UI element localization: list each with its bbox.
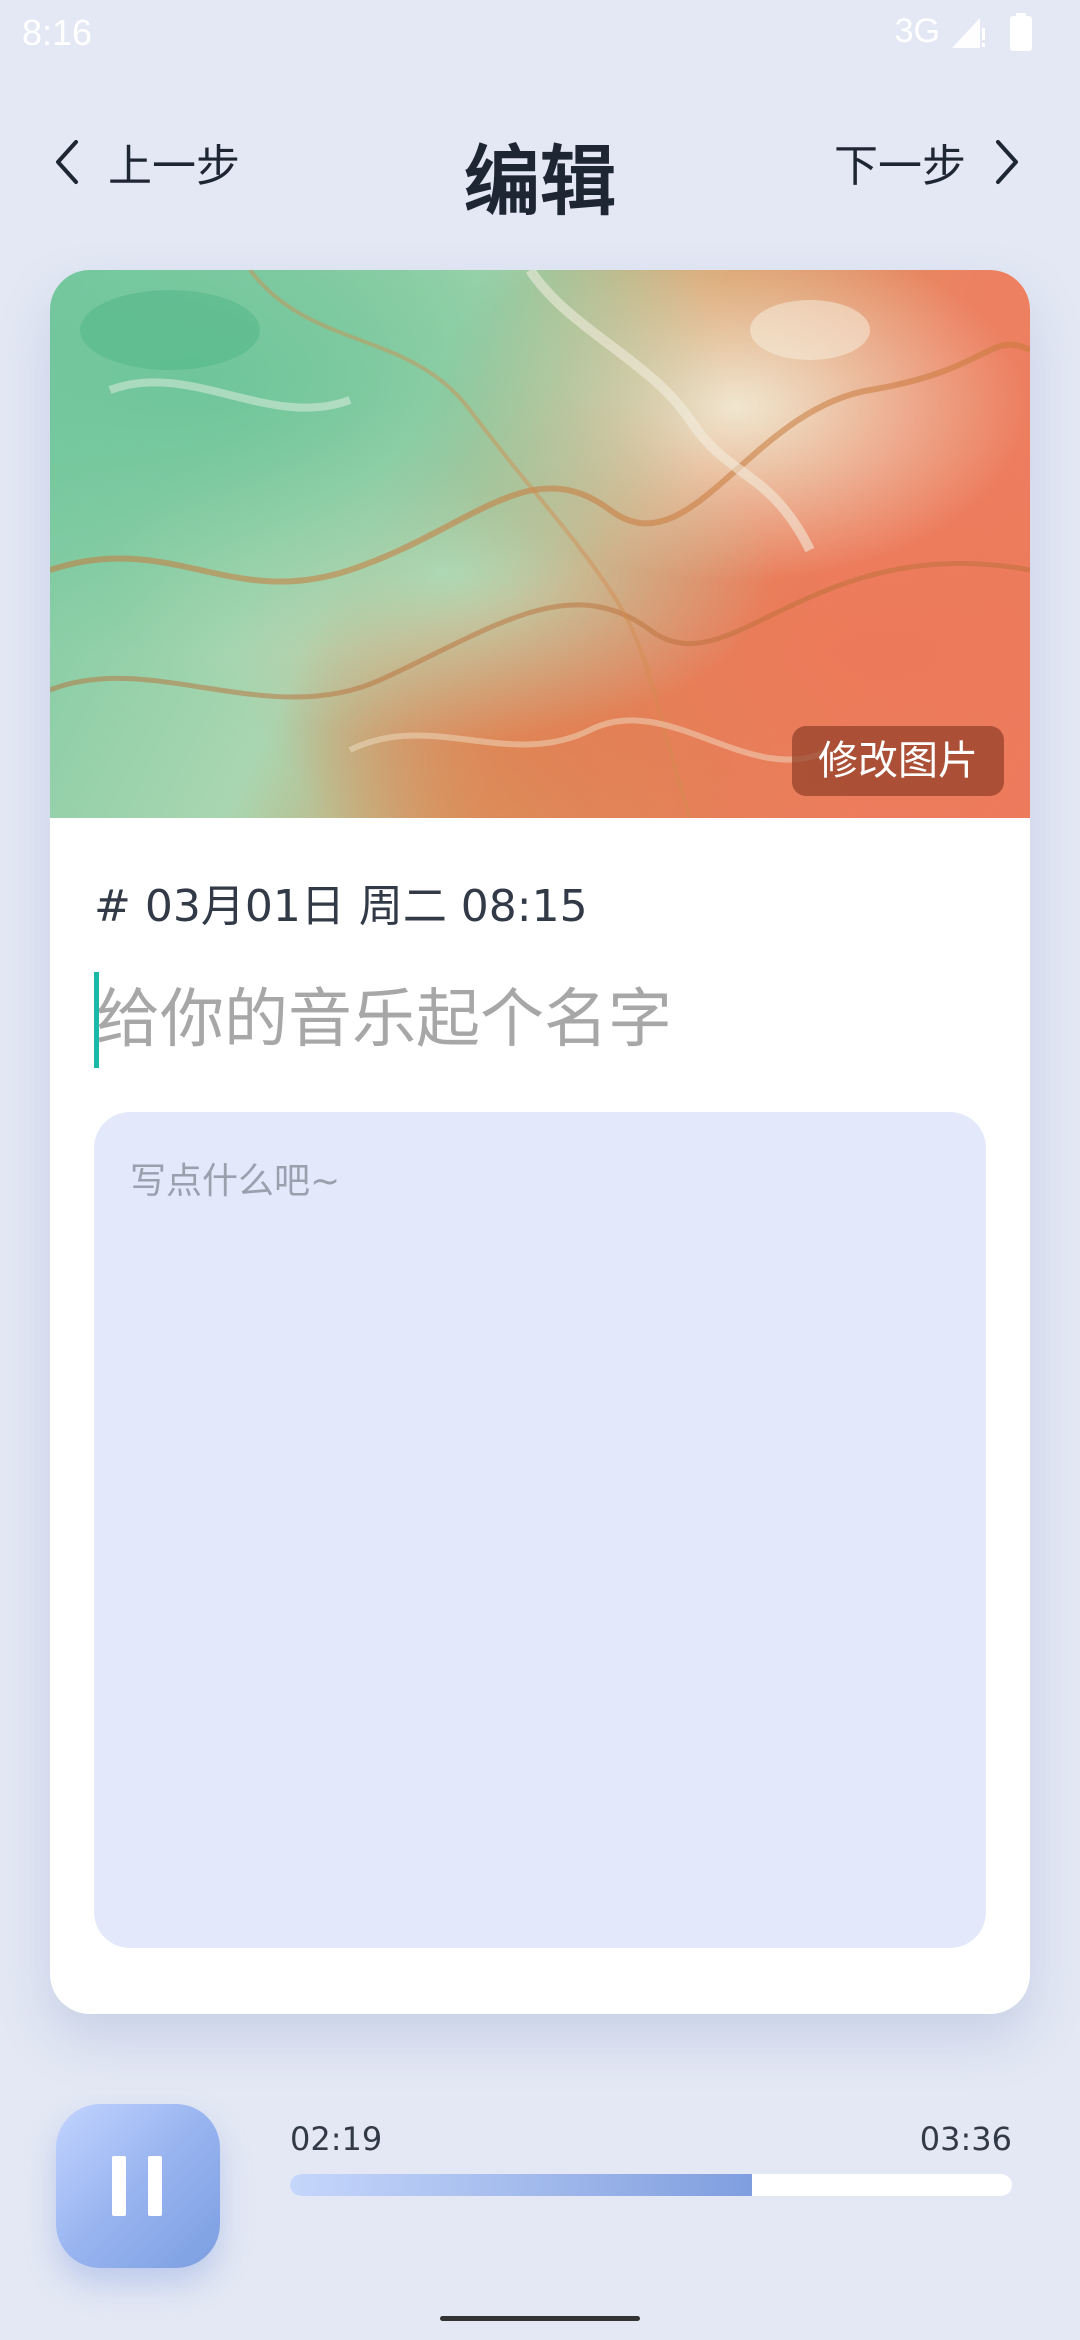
network-type-label: 3G	[894, 12, 940, 50]
cover-image: 修改图片	[50, 270, 1030, 818]
next-button-label: 下一步	[834, 141, 966, 192]
progress-fill	[290, 2174, 753, 2196]
signal-icon	[952, 17, 985, 48]
current-time: 02:19	[290, 2120, 383, 2158]
home-indicator[interactable]	[440, 2316, 640, 2321]
pause-button[interactable]	[56, 2104, 220, 2268]
edit-card: 修改图片 # 03月01日 周二 08:15	[50, 270, 1030, 2014]
pause-icon	[112, 2156, 162, 2216]
status-icons: 3G	[895, 12, 1032, 51]
change-image-button[interactable]: 修改图片	[792, 726, 1004, 796]
status-time: 8:16	[22, 12, 93, 53]
chevron-right-icon	[996, 140, 1018, 184]
content-textarea[interactable]	[128, 1150, 952, 1914]
status-bar: 8:16 3G	[0, 0, 1080, 70]
total-time: 03:36	[919, 2120, 1012, 2158]
battery-icon	[1010, 12, 1032, 51]
text-caret	[94, 972, 99, 1068]
progress-bar[interactable]	[290, 2174, 1012, 2196]
next-button[interactable]: 下一步	[834, 130, 1024, 194]
content-box	[94, 1112, 986, 1948]
title-input[interactable]	[94, 970, 986, 1070]
header: 上一步 编辑 下一步	[0, 110, 1080, 226]
date-tag: # 03月01日 周二 08:15	[94, 881, 588, 932]
title-field	[94, 970, 994, 1070]
